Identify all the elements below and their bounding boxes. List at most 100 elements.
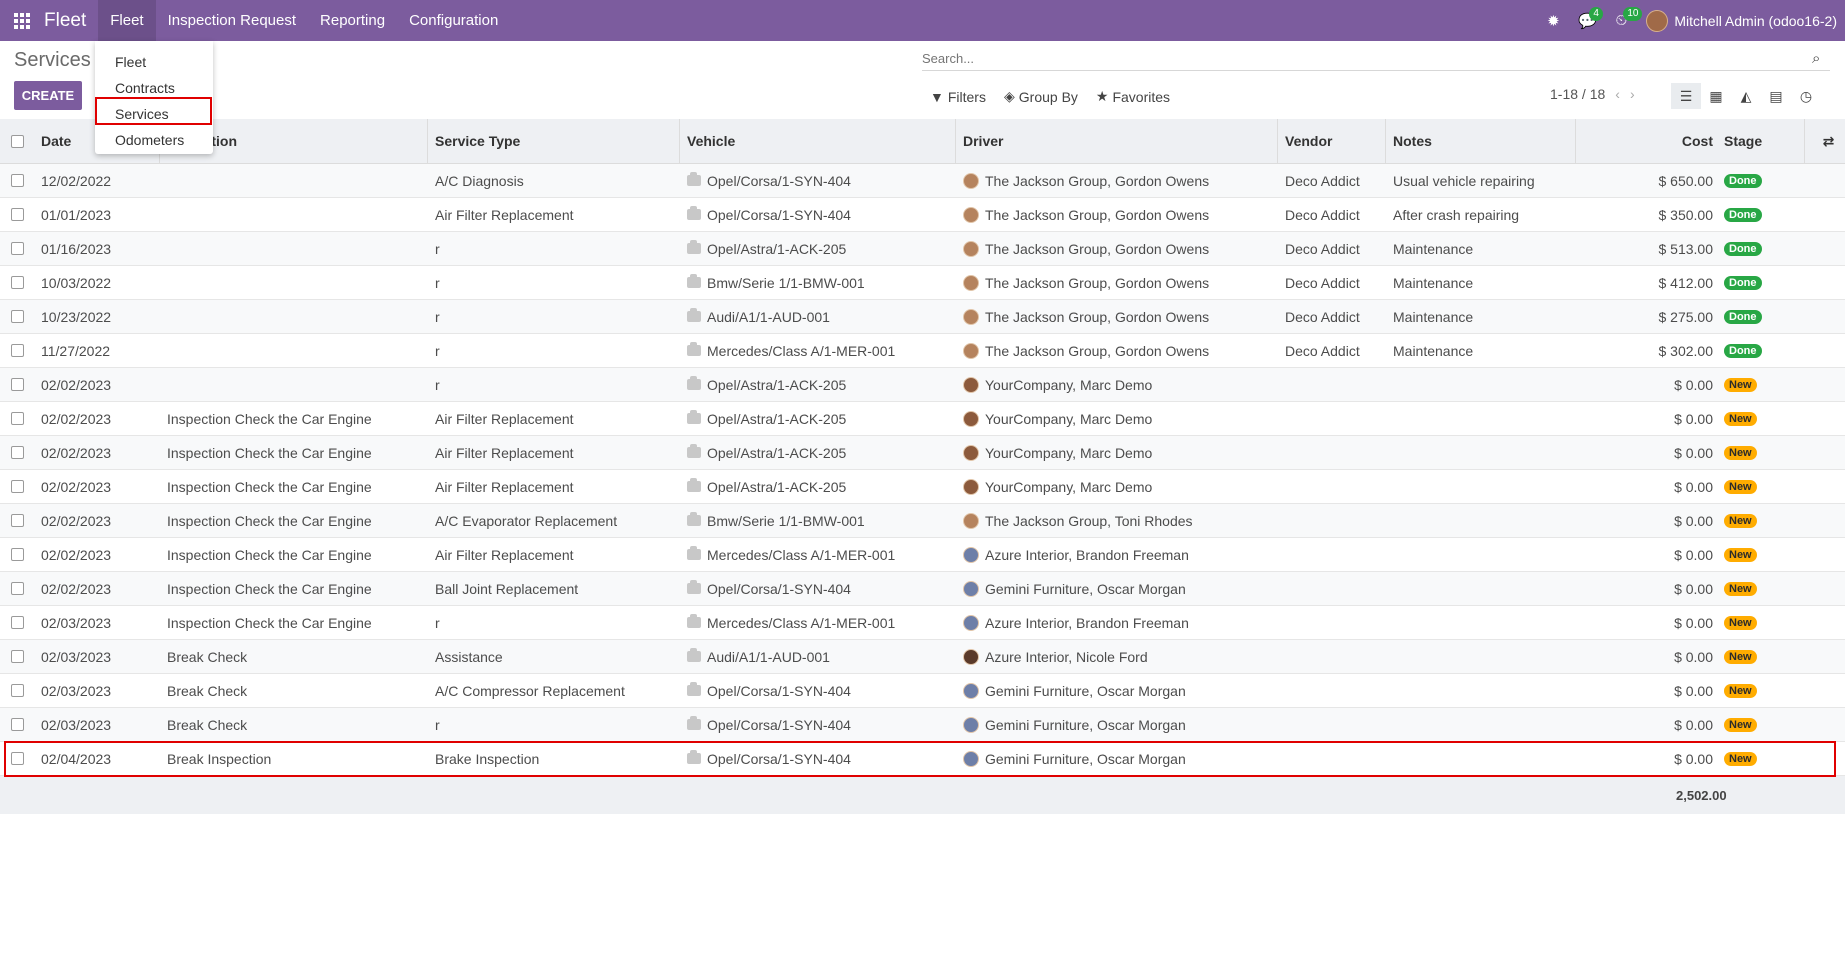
- cell-cost: $ 0.00: [1674, 716, 1713, 733]
- table-row[interactable]: 02/02/2023 Inspection Check the Car Engin…: [0, 504, 1845, 538]
- table-row[interactable]: 11/27/2022 r Mercedes/Class A/1-MER-001 The…: [0, 334, 1845, 368]
- dropdown-item-fleet[interactable]: Fleet: [95, 49, 213, 75]
- cell-inspection: Break Check: [167, 716, 248, 733]
- cell-vendor: [1278, 402, 1386, 435]
- row-checkbox[interactable]: [0, 538, 34, 571]
- car-icon: [687, 682, 701, 696]
- row-checkbox[interactable]: [0, 368, 34, 401]
- table-row[interactable]: 10/03/2022 r Bmw/Serie 1/1-BMW-001 The Jack…: [0, 266, 1845, 300]
- pager-value[interactable]: 1-18 / 18: [1550, 86, 1605, 102]
- row-checkbox[interactable]: [0, 572, 34, 605]
- pivot-view-icon[interactable]: ▤: [1761, 83, 1791, 109]
- chat-icon[interactable]: 💬 4: [1570, 0, 1604, 41]
- debug-bug-icon[interactable]: ✹: [1536, 0, 1570, 41]
- table-row[interactable]: 02/02/2023 Inspection Check the Car Engin…: [0, 572, 1845, 606]
- table-row[interactable]: 10/23/2022 r Audi/A1/1-AUD-001 The Jackson …: [0, 300, 1845, 334]
- cell-inspection: Inspection Check the Car Engine: [167, 410, 372, 427]
- menu-inspection-request[interactable]: Inspection Request: [156, 0, 308, 41]
- cell-vendor: [1278, 538, 1386, 571]
- driver-avatar: [963, 240, 979, 257]
- header-vendor[interactable]: Vendor: [1278, 119, 1386, 163]
- graph-view-icon[interactable]: ◭: [1731, 83, 1761, 109]
- driver-avatar: [963, 342, 979, 359]
- cell-inspection: Inspection Check the Car Engine: [167, 478, 372, 495]
- stage-badge: Done: [1724, 309, 1762, 324]
- cell-vehicle: Opel/Astra/1-ACK-205: [680, 470, 956, 503]
- activity-view-icon[interactable]: ◷: [1791, 83, 1821, 109]
- header-service-type[interactable]: Service Type: [428, 119, 680, 163]
- row-checkbox[interactable]: [0, 232, 34, 265]
- cell-inspection: [160, 334, 428, 367]
- row-checkbox[interactable]: [0, 300, 34, 333]
- search-icon[interactable]: ⌕: [1812, 50, 1830, 67]
- cell-stage: Done: [1717, 164, 1805, 197]
- cell-vendor: [1278, 368, 1386, 401]
- favorites-button[interactable]: ★ Favorites: [1096, 88, 1170, 105]
- row-checkbox[interactable]: [0, 266, 34, 299]
- row-checkbox[interactable]: [0, 164, 34, 197]
- menu-fleet[interactable]: Fleet: [98, 0, 156, 41]
- search-input[interactable]: [922, 50, 1812, 66]
- pager-next-icon[interactable]: ›: [1630, 86, 1635, 102]
- activity-count-badge: 10: [1623, 7, 1643, 21]
- header-stage[interactable]: Stage: [1717, 119, 1805, 163]
- vehicle-name: Mercedes/Class A/1-MER-001: [707, 546, 896, 563]
- dropdown-item-odometers[interactable]: Odometers: [95, 127, 213, 153]
- vehicle-name: Opel/Astra/1-ACK-205: [707, 240, 847, 257]
- table-row[interactable]: 02/03/2023 Break Check r Opel/Corsa/1-SYN-4…: [0, 708, 1845, 742]
- create-button[interactable]: CREATE: [14, 81, 82, 110]
- select-all-checkbox[interactable]: [0, 119, 34, 163]
- car-icon: [687, 444, 701, 458]
- app-brand[interactable]: Fleet: [44, 10, 86, 32]
- group-by-button[interactable]: ◈ Group By: [1004, 88, 1078, 105]
- table-row[interactable]: 01/16/2023 r Opel/Astra/1-ACK-205 The Jacks…: [0, 232, 1845, 266]
- menu-configuration[interactable]: Configuration: [397, 0, 510, 41]
- table-row[interactable]: 02/02/2023 Inspection Check the Car Engin…: [0, 402, 1845, 436]
- activity-clock-icon[interactable]: ⏲ 10: [1604, 0, 1643, 41]
- filters-button[interactable]: ▼ Filters: [930, 88, 986, 105]
- row-checkbox[interactable]: [0, 674, 34, 707]
- table-row[interactable]: 02/03/2023 Break Check Assistance Audi/A1/1…: [0, 640, 1845, 674]
- header-cost[interactable]: Cost: [1576, 119, 1717, 163]
- pager-prev-icon[interactable]: ‹: [1615, 86, 1620, 102]
- stage-badge: New: [1724, 581, 1757, 596]
- vehicle-name: Opel/Corsa/1-SYN-404: [707, 716, 851, 733]
- top-navbar: Fleet Fleet Inspection Request Reporting…: [0, 0, 1845, 41]
- row-checkbox[interactable]: [0, 504, 34, 537]
- apps-menu-icon[interactable]: [0, 0, 44, 41]
- row-checkbox[interactable]: [0, 436, 34, 469]
- row-checkbox[interactable]: [0, 470, 34, 503]
- vehicle-name: Opel/Corsa/1-SYN-404: [707, 580, 851, 597]
- header-vehicle[interactable]: Vehicle: [680, 119, 956, 163]
- cell-inspection: [160, 232, 428, 265]
- row-checkbox[interactable]: [0, 606, 34, 639]
- cell-date: 02/02/2023: [41, 546, 112, 563]
- row-checkbox[interactable]: [0, 334, 34, 367]
- list-view-icon[interactable]: ☰: [1671, 83, 1701, 109]
- header-notes[interactable]: Notes: [1386, 119, 1576, 163]
- user-menu[interactable]: Mitchell Admin (odoo16-2): [1646, 9, 1837, 32]
- cell-notes: [1386, 708, 1576, 741]
- optional-columns-icon[interactable]: ⇄: [1805, 119, 1845, 163]
- cell-notes: [1386, 436, 1576, 469]
- table-row[interactable]: 02/03/2023 Break Check A/C Compressor Repl…: [0, 674, 1845, 708]
- row-checkbox[interactable]: [0, 640, 34, 673]
- header-driver[interactable]: Driver: [956, 119, 1278, 163]
- table-row[interactable]: 01/01/2023 Air Filter Replacement Opel/Cor…: [0, 198, 1845, 232]
- cell-stage: New: [1717, 538, 1805, 571]
- cell-service-type: r: [435, 342, 440, 359]
- table-row[interactable]: 02/02/2023 Inspection Check the Car Engin…: [0, 538, 1845, 572]
- table-row[interactable]: 02/02/2023 r Opel/Astra/1-ACK-205 YourCompa…: [0, 368, 1845, 402]
- row-checkbox[interactable]: [0, 402, 34, 435]
- car-icon: [687, 308, 701, 322]
- table-row[interactable]: 02/02/2023 Inspection Check the Car Engin…: [0, 436, 1845, 470]
- cell-date: 01/16/2023: [41, 240, 112, 257]
- row-checkbox[interactable]: [0, 198, 34, 231]
- table-row[interactable]: 02/03/2023 Inspection Check the Car Engin…: [0, 606, 1845, 640]
- row-checkbox[interactable]: [0, 708, 34, 741]
- table-row[interactable]: 12/02/2022 A/C Diagnosis Opel/Corsa/1-SYN-…: [0, 164, 1845, 198]
- cell-driver: The Jackson Group, Gordon Owens: [956, 232, 1278, 265]
- kanban-view-icon[interactable]: ▦: [1701, 83, 1731, 109]
- menu-reporting[interactable]: Reporting: [308, 0, 397, 41]
- table-row[interactable]: 02/02/2023 Inspection Check the Car Engin…: [0, 470, 1845, 504]
